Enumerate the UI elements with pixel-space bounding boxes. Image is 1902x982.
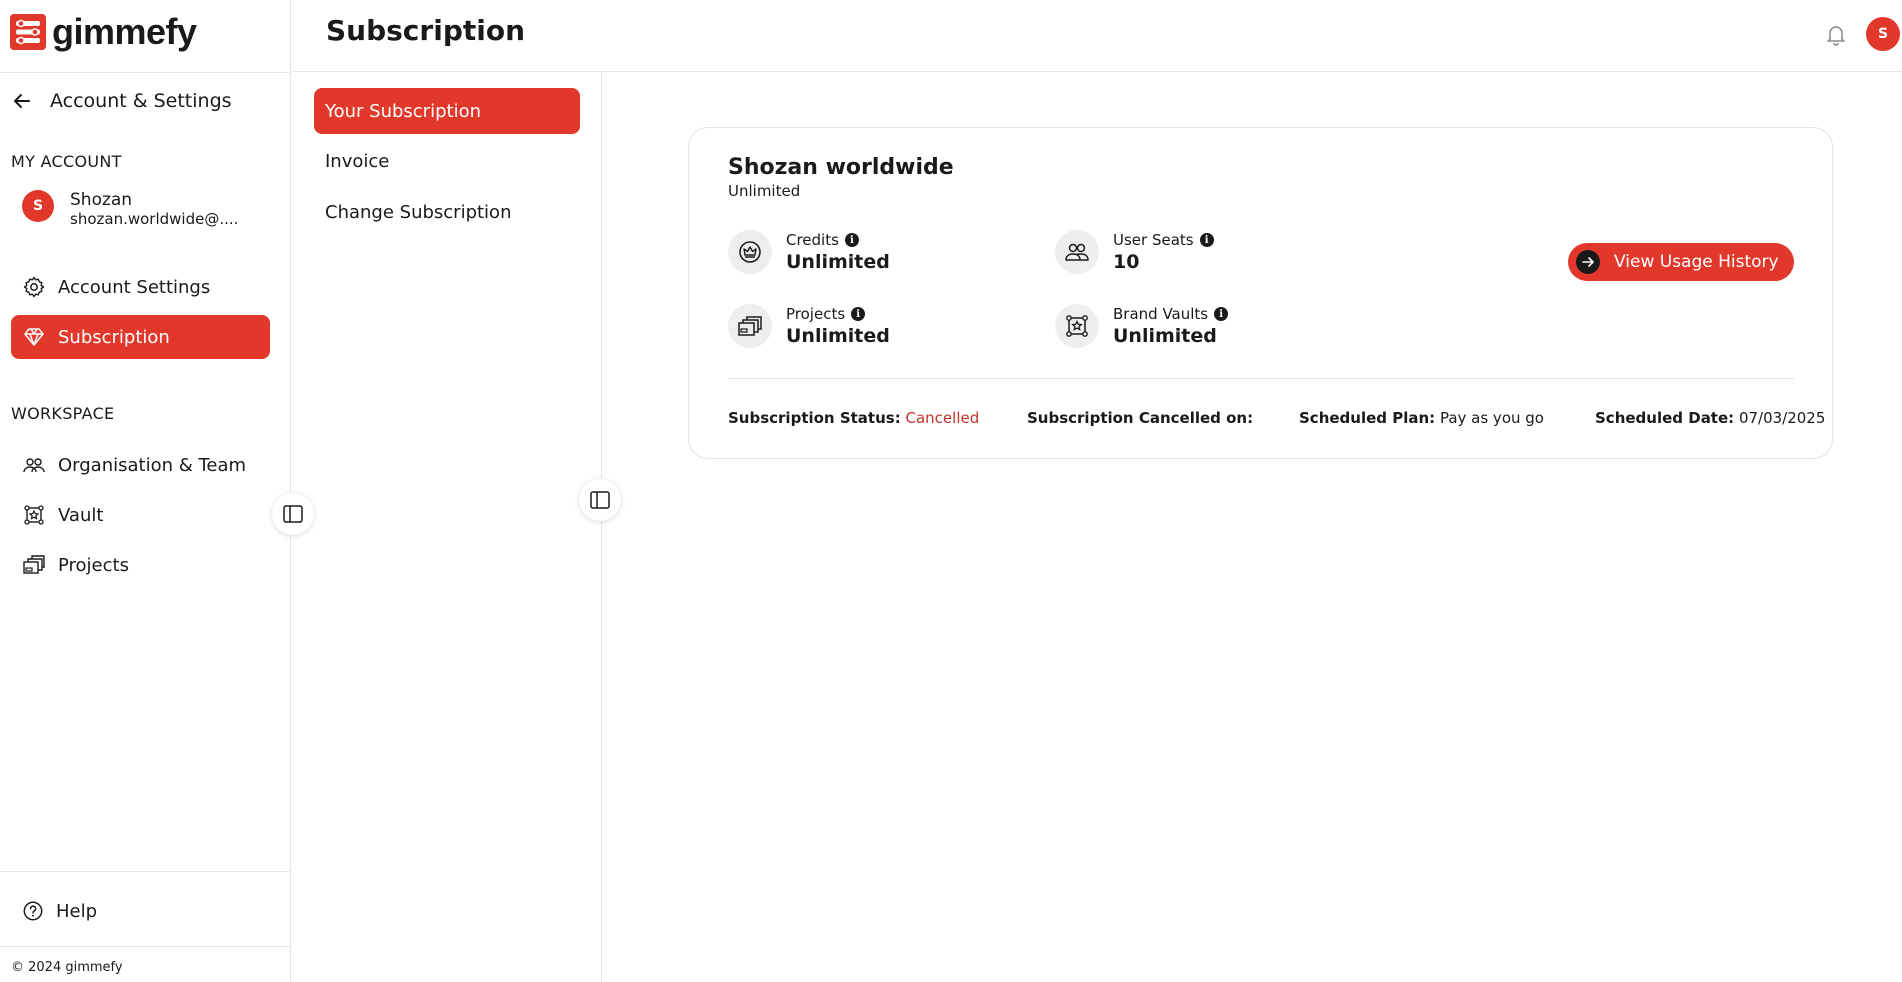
projects-value: Unlimited	[786, 325, 890, 347]
tab-invoice[interactable]: Invoice	[314, 138, 580, 184]
copyright-text: © 2024 gimmefy	[11, 960, 123, 975]
logo-mark-icon	[10, 14, 46, 50]
info-icon[interactable]: i	[1214, 307, 1229, 321]
sidebar-toggle-icon	[590, 491, 610, 509]
user-seats-stat: User Seats i 10	[1055, 230, 1214, 274]
status-label: Subscription Status:	[728, 409, 901, 427]
team-icon	[23, 458, 45, 473]
sidebar-item-label: Organisation & Team	[58, 454, 247, 476]
gear-icon	[23, 276, 45, 298]
info-icon[interactable]: i	[851, 307, 866, 321]
bell-icon[interactable]	[1824, 22, 1848, 46]
help-icon	[23, 901, 43, 921]
scheduled-plan-label: Scheduled Plan:	[1299, 409, 1436, 427]
sidebar-item-subscription[interactable]: Subscription	[11, 315, 270, 359]
sidebar-item-projects[interactable]: Projects	[11, 543, 270, 587]
organisation-name: Shozan worldwide	[728, 155, 954, 180]
info-icon[interactable]: i	[844, 233, 859, 247]
credits-stat: Credits i Unlimited	[728, 230, 890, 274]
sidebar: gimmefy Account & Settings MY ACCOUNT S …	[0, 0, 291, 982]
avatar: S	[22, 190, 54, 222]
sidebar-item-label: Projects	[58, 554, 129, 576]
back-to-account-settings[interactable]: Account & Settings	[12, 86, 232, 116]
sidebar-item-organisation-team[interactable]: Organisation & Team	[11, 443, 270, 487]
crown-icon	[728, 230, 772, 274]
scheduled-date: Scheduled Date: 07/03/2025	[1595, 409, 1825, 427]
user-seats-label: User Seats	[1113, 231, 1194, 249]
scheduled-plan: Scheduled Plan: Pay as you go	[1299, 409, 1544, 427]
subscription-status: Subscription Status: Cancelled	[728, 409, 979, 427]
sidebar-toggle-icon	[283, 505, 303, 523]
divider	[0, 946, 291, 947]
brand-vaults-stat: Brand Vaults i Unlimited	[1055, 304, 1229, 348]
brand-vaults-value: Unlimited	[1113, 325, 1217, 347]
user-name: Shozan	[70, 190, 133, 210]
user-avatar-button[interactable]: S	[1866, 17, 1900, 51]
arrow-right-icon	[1576, 250, 1600, 274]
user-seats-value: 10	[1113, 251, 1140, 273]
my-account-heading: MY ACCOUNT	[11, 152, 122, 171]
credits-label: Credits	[786, 231, 839, 249]
cancelled-on-label: Subscription Cancelled on:	[1027, 409, 1254, 427]
subscription-cancelled-on: Subscription Cancelled on:	[1027, 409, 1253, 427]
diamond-icon	[24, 328, 44, 346]
view-usage-history-label: View Usage History	[1614, 252, 1779, 272]
workspace-heading: WORKSPACE	[11, 404, 115, 423]
app-root: gimmefy Account & Settings MY ACCOUNT S …	[0, 0, 1902, 982]
scheduled-date-label: Scheduled Date:	[1595, 409, 1735, 427]
view-usage-history-button[interactable]: View Usage History	[1568, 243, 1794, 281]
divider	[0, 871, 291, 872]
scheduled-date-value: 07/03/2025	[1738, 409, 1826, 427]
info-icon[interactable]: i	[1199, 233, 1214, 247]
arrow-left-icon	[14, 94, 30, 108]
divider	[0, 72, 291, 73]
status-badge: Cancelled	[905, 409, 980, 427]
tab-change-subscription[interactable]: Change Subscription	[314, 189, 580, 235]
logo-text: gimmefy	[52, 11, 197, 52]
vault-icon	[24, 505, 44, 525]
tab-your-subscription[interactable]: Your Subscription	[314, 88, 580, 134]
collapse-sidebar-button[interactable]	[272, 493, 314, 535]
sidebar-item-account-settings[interactable]: Account Settings	[11, 265, 270, 309]
projects-icon	[728, 304, 772, 348]
subscription-card: Shozan worldwide Unlimited Credits i Unli…	[688, 127, 1833, 459]
user-profile[interactable]: S Shozan shozan.worldwide@....	[22, 190, 238, 228]
gimmefy-logo[interactable]: gimmefy	[10, 11, 197, 52]
projects-label: Projects	[786, 305, 846, 323]
sidebar-item-label: Account Settings	[58, 276, 211, 298]
subscription-subnav: Your Subscription Invoice Change Subscri…	[291, 72, 602, 982]
sidebar-item-label: Vault	[58, 504, 104, 526]
credits-value: Unlimited	[786, 251, 890, 273]
help-label: Help	[56, 900, 98, 922]
help-link[interactable]: Help	[22, 900, 97, 922]
sidebar-item-label: Subscription	[58, 326, 170, 348]
plan-name: Unlimited	[728, 182, 801, 200]
sidebar-item-vault[interactable]: Vault	[11, 493, 270, 537]
page-title: Subscription	[326, 14, 526, 47]
vault-icon	[1055, 304, 1099, 348]
team-icon	[1055, 230, 1099, 274]
projects-icon	[23, 555, 45, 574]
brand-vaults-label: Brand Vaults	[1113, 305, 1209, 323]
user-email: shozan.worldwide@....	[70, 210, 239, 228]
scheduled-plan-value: Pay as you go	[1439, 409, 1544, 427]
top-header: Subscription S	[291, 0, 1902, 72]
divider	[728, 378, 1794, 379]
projects-stat: Projects i Unlimited	[728, 304, 890, 348]
back-label: Account & Settings	[50, 90, 232, 112]
collapse-subnav-button[interactable]	[579, 479, 621, 521]
